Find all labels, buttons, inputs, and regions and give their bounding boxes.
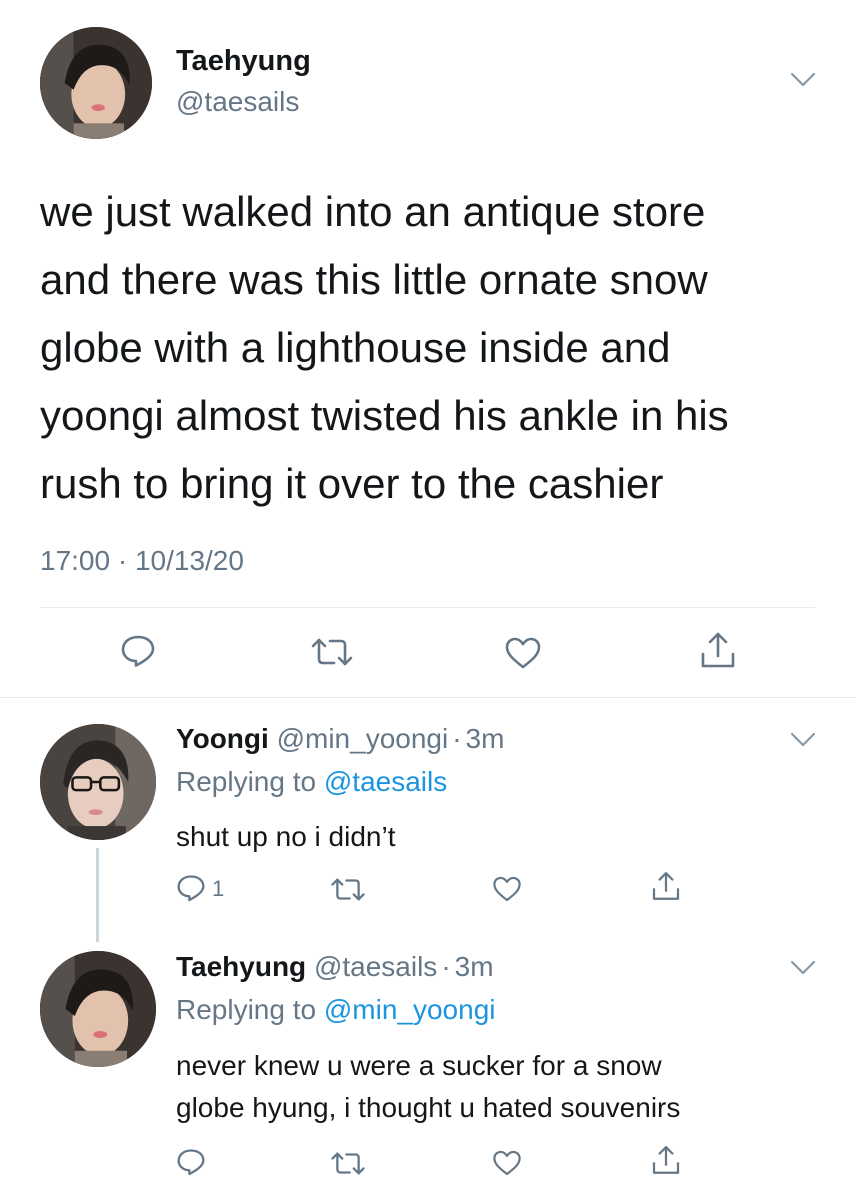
avatar-photo xyxy=(40,724,156,840)
tweet-timestamp[interactable]: 17:00 · 10/13/20 xyxy=(40,545,244,577)
avatar-photo xyxy=(40,27,152,139)
dot-separator: · xyxy=(452,723,462,754)
reply-count: 1 xyxy=(212,876,225,901)
reply-time[interactable]: 3m xyxy=(455,951,494,982)
chevron-down-icon[interactable] xyxy=(790,732,816,748)
replying-to: Replying to @min_yoongi xyxy=(176,994,496,1026)
reply-text: shut up no i didn’t xyxy=(176,818,396,856)
replying-to: Replying to @taesails xyxy=(176,766,447,798)
tweet-text: we just walked into an antique store and… xyxy=(40,178,729,518)
divider xyxy=(40,607,815,608)
tweet-text-line: we just walked into an antique store xyxy=(40,188,706,235)
display-name[interactable]: Taehyung xyxy=(176,45,311,78)
thread-line xyxy=(96,848,99,942)
tweet-text-line: and there was this little ornate snow xyxy=(40,256,708,303)
reply-text-line: never knew u were a sucker for a snow xyxy=(176,1050,662,1081)
tweet-text-line: yoongi almost twisted his ankle in his xyxy=(40,392,729,439)
reply-icon[interactable] xyxy=(176,874,206,902)
tweet-text-line: rush to bring it over to the cashier xyxy=(40,460,664,507)
divider xyxy=(0,697,856,698)
avatar-photo xyxy=(40,951,156,1067)
share-icon[interactable] xyxy=(650,1144,682,1176)
retweet-icon[interactable] xyxy=(310,637,354,667)
like-icon[interactable] xyxy=(492,1149,522,1177)
chevron-down-icon[interactable] xyxy=(790,72,816,88)
dot-separator: · xyxy=(441,951,451,982)
reply-header: Taehyung @taesails · 3m xyxy=(176,951,494,983)
avatar[interactable] xyxy=(40,951,156,1067)
replying-to-handle[interactable]: @taesails xyxy=(324,766,447,797)
handle[interactable]: @min_yoongi xyxy=(277,723,449,754)
replying-to-label: Replying to xyxy=(176,766,317,797)
like-icon[interactable] xyxy=(492,875,522,903)
handle[interactable]: @taesails xyxy=(314,951,437,982)
retweet-icon[interactable] xyxy=(330,1151,366,1176)
reply-time[interactable]: 3m xyxy=(466,723,505,754)
avatar[interactable] xyxy=(40,27,152,139)
reply-icon[interactable] xyxy=(176,1148,206,1176)
reply-header: Yoongi @min_yoongi · 3m xyxy=(176,723,504,755)
handle[interactable]: @taesails xyxy=(176,86,299,118)
replying-to-handle[interactable]: @min_yoongi xyxy=(324,994,496,1025)
like-icon[interactable] xyxy=(504,636,542,670)
replying-to-label: Replying to xyxy=(176,994,317,1025)
reply-text-line: globe hyung, i thought u hated souvenirs xyxy=(176,1092,681,1123)
retweet-icon[interactable] xyxy=(330,877,366,902)
share-icon[interactable] xyxy=(698,630,738,670)
avatar[interactable] xyxy=(40,724,156,840)
display-name[interactable]: Taehyung xyxy=(176,951,306,982)
display-name[interactable]: Yoongi xyxy=(176,723,269,754)
share-icon[interactable] xyxy=(650,870,682,902)
reply-icon[interactable] xyxy=(120,634,156,668)
reply-text: never knew u were a sucker for a snow gl… xyxy=(176,1045,680,1129)
chevron-down-icon[interactable] xyxy=(790,960,816,976)
reply-text-line: shut up no i didn’t xyxy=(176,821,396,852)
tweet-text-line: globe with a lighthouse inside and xyxy=(40,324,671,371)
